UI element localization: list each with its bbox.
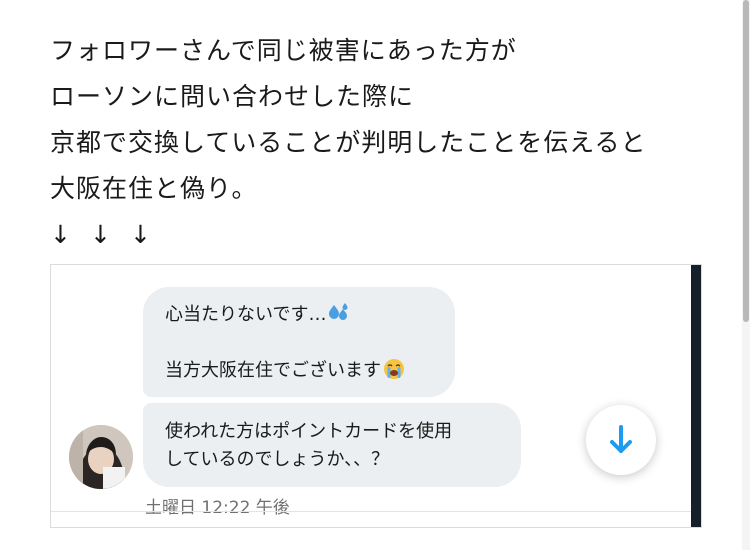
scrollbar-thumb[interactable] <box>743 0 749 322</box>
arrow-row: ↓ ↓ ↓ <box>50 212 730 258</box>
message-text: しているのでしょうか、、？ <box>165 449 390 470</box>
tweet-text: フォロワーさんで同じ被害にあった方が ローソンに問い合わせした際に 京都で交換し… <box>50 28 730 258</box>
message-text: 心当たりないです… <box>165 304 327 325</box>
tweet-line: 京都で交換していることが判明したことを伝えると <box>50 128 647 157</box>
screenshot-dark-edge <box>691 265 701 527</box>
message-text: 使われた方はポイントカードを使用 <box>165 421 453 442</box>
embedded-chat-screenshot[interactable]: 心当たりないです… 当方大阪在住でございます 使われた方はポイントカードを使用 … <box>50 264 702 528</box>
down-arrow-glyph: ↓ <box>130 220 152 249</box>
sweat-droplets-icon <box>328 303 350 323</box>
down-arrow-glyph: ↓ <box>90 220 112 249</box>
avatar[interactable] <box>69 425 133 489</box>
scroll-down-button[interactable] <box>586 405 656 475</box>
tweet-line: フォロワーさんで同じ被害にあった方が <box>50 36 517 65</box>
tweet-line: ローソンに問い合わせした際に <box>50 82 415 111</box>
loudly-crying-face-icon <box>383 358 405 380</box>
page-scrollbar[interactable] <box>742 0 750 550</box>
arrow-down-icon <box>610 425 632 453</box>
divider <box>51 511 691 512</box>
tweet-line: 大阪在住と偽り。 <box>50 174 258 203</box>
message-text: 当方大阪在住でございます <box>165 360 381 381</box>
message-timestamp: 土曜日 12:22 午後 <box>145 498 290 518</box>
chat-bubble: 心当たりないです… 当方大阪在住でございます <box>143 287 455 397</box>
down-arrow-glyph: ↓ <box>50 220 72 249</box>
chat-bubble: 使われた方はポイントカードを使用 しているのでしょうか、、？ <box>143 403 521 487</box>
